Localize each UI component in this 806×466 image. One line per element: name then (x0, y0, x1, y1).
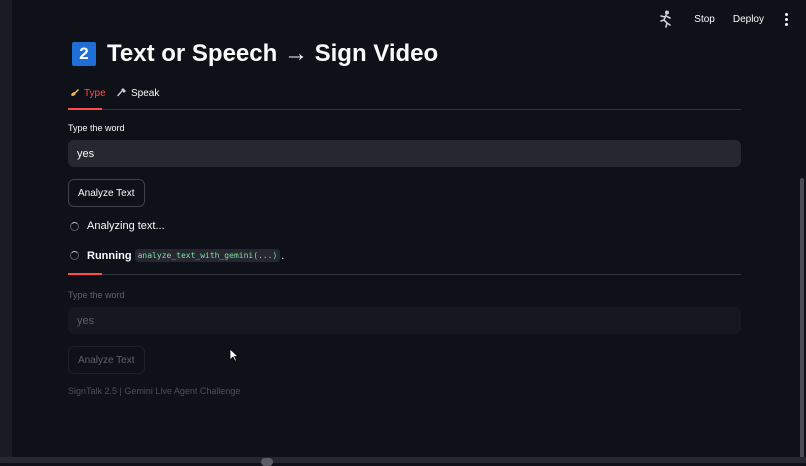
analyzing-text: Analyzing text... (87, 220, 165, 232)
stale-word-input-label: Type the word (68, 290, 125, 300)
footer-text: SignTalk 2.5 | Gemini Live Agent Challen… (68, 386, 241, 396)
running-suffix: . (281, 249, 285, 262)
tab-bar: Type Speak (68, 87, 741, 110)
running-function-code: analyze_text_with_gemini(...) (134, 249, 281, 262)
bottom-handle[interactable] (261, 458, 273, 466)
stale-analyze-text-button[interactable]: Analyze Text (68, 346, 145, 374)
mouse-cursor-icon (229, 348, 240, 367)
microphone-icon (117, 87, 127, 100)
spinner-icon (70, 221, 79, 231)
bottom-bar (0, 457, 806, 466)
analyzing-status: Analyzing text... (70, 220, 165, 232)
stop-button[interactable]: Stop (694, 14, 715, 25)
divider-accent (68, 273, 102, 275)
deploy-button[interactable]: Deploy (733, 14, 764, 25)
spinner-icon (70, 251, 79, 260)
active-tab-indicator (68, 108, 102, 110)
kebab-menu-icon[interactable] (782, 12, 790, 26)
word-input[interactable]: yes (68, 140, 741, 167)
running-status: Running analyze_text_with_gemini(...) . (70, 249, 284, 262)
step-number-badge: 2 (72, 42, 96, 66)
page-title-text: Text or Speech → Sign Video (107, 40, 439, 67)
running-label: Running (87, 249, 132, 262)
divider (68, 274, 741, 275)
scrollbar[interactable] (800, 178, 804, 463)
tab-type-label: Type (84, 88, 106, 99)
tab-speak-label: Speak (131, 88, 160, 99)
stale-word-input[interactable]: yes (68, 307, 741, 334)
page-title: 2 Text or Speech → Sign Video (72, 40, 438, 68)
left-edge-strip (0, 0, 12, 463)
tab-type[interactable]: Type (70, 87, 106, 100)
running-man-icon (656, 9, 676, 29)
tab-speak[interactable]: Speak (117, 87, 159, 100)
app-toolbar: Stop Deploy (656, 8, 790, 30)
writing-hand-icon (70, 87, 80, 100)
word-input-label: Type the word (68, 123, 125, 133)
analyze-text-button[interactable]: Analyze Text (68, 179, 145, 207)
